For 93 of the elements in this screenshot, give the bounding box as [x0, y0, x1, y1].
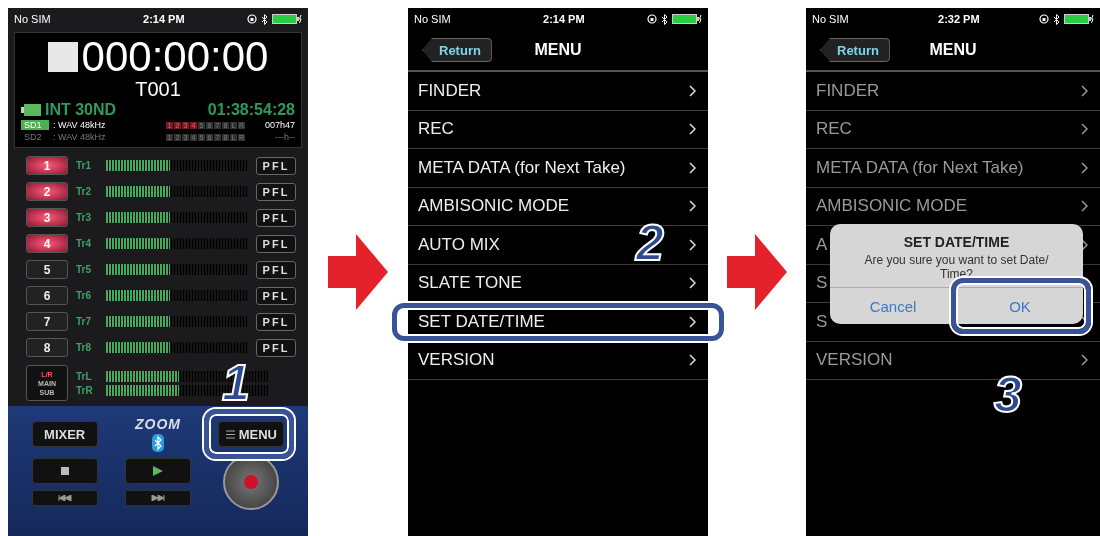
clock-time: 2:32 PM: [938, 13, 980, 25]
track-arm-button[interactable]: 7: [26, 312, 68, 331]
clock-time: 2:14 PM: [543, 13, 585, 25]
menu-item[interactable]: S: [816, 267, 828, 300]
menu-item[interactable]: SET DATE/TIME: [418, 305, 545, 338]
rotation-lock-icon: [647, 14, 657, 24]
pfl-button[interactable]: PFL: [256, 182, 296, 201]
fast-forward-icon: [151, 495, 165, 501]
menu-item[interactable]: AMBISONIC MODE: [816, 190, 968, 223]
menu-item[interactable]: VERSION: [816, 344, 893, 377]
play-button[interactable]: [125, 458, 191, 484]
screen-title: MENU: [534, 41, 582, 58]
menu-item[interactable]: FINDER: [816, 74, 880, 107]
track-label: Tr7: [76, 316, 92, 327]
screen-title: MENU: [929, 41, 977, 58]
menu-button[interactable]: MENU: [218, 421, 285, 447]
record-icon: [244, 475, 259, 489]
carrier-label: No SIM: [14, 13, 51, 25]
bluetooth-icon: [152, 434, 164, 452]
mixer-button[interactable]: MIXER: [31, 421, 98, 447]
track-arm-button[interactable]: 4: [26, 234, 68, 253]
menu-item[interactable]: REC: [418, 113, 454, 146]
card-time: 007h47: [263, 120, 295, 130]
track-arm-button[interactable]: 3: [26, 208, 68, 227]
rotation-lock-icon: [1039, 14, 1049, 24]
pfl-button[interactable]: PFL: [256, 234, 296, 253]
menu-item[interactable]: S: [816, 305, 828, 338]
track-label: Tr6: [76, 290, 92, 301]
menu-item[interactable]: VERSION: [418, 344, 495, 377]
track-label: Tr5: [76, 264, 92, 275]
card-format: : WAV 48kHz: [53, 120, 107, 130]
fast-forward-button[interactable]: [125, 490, 191, 506]
track-arm-button[interactable]: 8: [26, 338, 68, 357]
track-label: TrL: [76, 370, 93, 382]
pfl-button[interactable]: PFL: [256, 312, 296, 331]
card-format: : WAV 48kHz: [53, 132, 107, 142]
carrier-label: No SIM: [812, 13, 849, 25]
menu-item[interactable]: A: [816, 228, 828, 261]
battery-label: INT 30ND: [45, 101, 117, 119]
pfl-button[interactable]: PFL: [256, 260, 296, 279]
track-label: Tr8: [76, 342, 92, 353]
step-number: 1: [222, 358, 250, 408]
time-counter: 000:00:00: [81, 35, 269, 79]
step-number: 3: [994, 370, 1022, 420]
battery-icon: [21, 104, 41, 116]
track-arm-button[interactable]: 1: [26, 156, 68, 175]
track-arm-button[interactable]: 6: [26, 286, 68, 305]
pfl-button[interactable]: PFL: [256, 208, 296, 227]
play-icon: [153, 466, 163, 476]
menu-item[interactable]: META DATA (for Next Take): [816, 151, 1024, 184]
track-label: TrR: [76, 384, 94, 396]
stop-square-icon: [47, 42, 78, 72]
card-time: ---h--: [274, 132, 295, 142]
menu-item[interactable]: AUTO MIX: [418, 228, 500, 261]
rotation-lock-icon: [247, 14, 257, 24]
bluetooth-icon: [661, 13, 668, 25]
rewind-icon: [57, 495, 72, 501]
menu-icon: [225, 429, 235, 439]
track-arm-button[interactable]: 5: [26, 260, 68, 279]
track-arm-button[interactable]: 2: [26, 182, 68, 201]
track-label: Tr3: [76, 212, 92, 223]
card-label: SD1: [21, 120, 49, 130]
rewind-button[interactable]: [31, 490, 98, 506]
track-label: Tr2: [76, 186, 92, 197]
bluetooth-icon: [261, 13, 268, 25]
carrier-label: No SIM: [414, 13, 451, 25]
return-button[interactable]: Return: [820, 38, 890, 62]
arrow-icon: [727, 234, 787, 310]
stop-icon: [60, 467, 69, 475]
arrow-icon: [328, 234, 388, 310]
return-button[interactable]: Return: [422, 38, 492, 62]
stop-button[interactable]: [31, 458, 98, 484]
bluetooth-icon: [1053, 13, 1060, 25]
pfl-button[interactable]: PFL: [256, 156, 296, 175]
pfl-button[interactable]: PFL: [256, 286, 296, 305]
remaining-time: 01:38:54:28: [207, 101, 295, 119]
card-label: SD2: [23, 132, 43, 142]
step-number: 2: [636, 218, 664, 268]
pfl-button[interactable]: PFL: [256, 338, 296, 357]
battery-icon: [272, 14, 302, 24]
battery-icon: [672, 14, 702, 24]
brand-logo: ZOOM: [135, 416, 181, 432]
menu-item[interactable]: AMBISONIC MODE: [418, 190, 570, 223]
dialog-title: SET DATE/TIME: [903, 234, 1010, 250]
track-label: Tr1: [76, 160, 92, 171]
take-name: T001: [134, 79, 182, 99]
battery-icon: [1064, 14, 1094, 24]
menu-item[interactable]: FINDER: [418, 74, 482, 107]
menu-item[interactable]: REC: [816, 113, 852, 146]
menu-item[interactable]: SLATE TONE: [418, 267, 522, 300]
track-label: Tr4: [76, 238, 92, 249]
clock-time: 2:14 PM: [143, 13, 185, 25]
menu-item[interactable]: META DATA (for Next Take): [418, 151, 626, 184]
